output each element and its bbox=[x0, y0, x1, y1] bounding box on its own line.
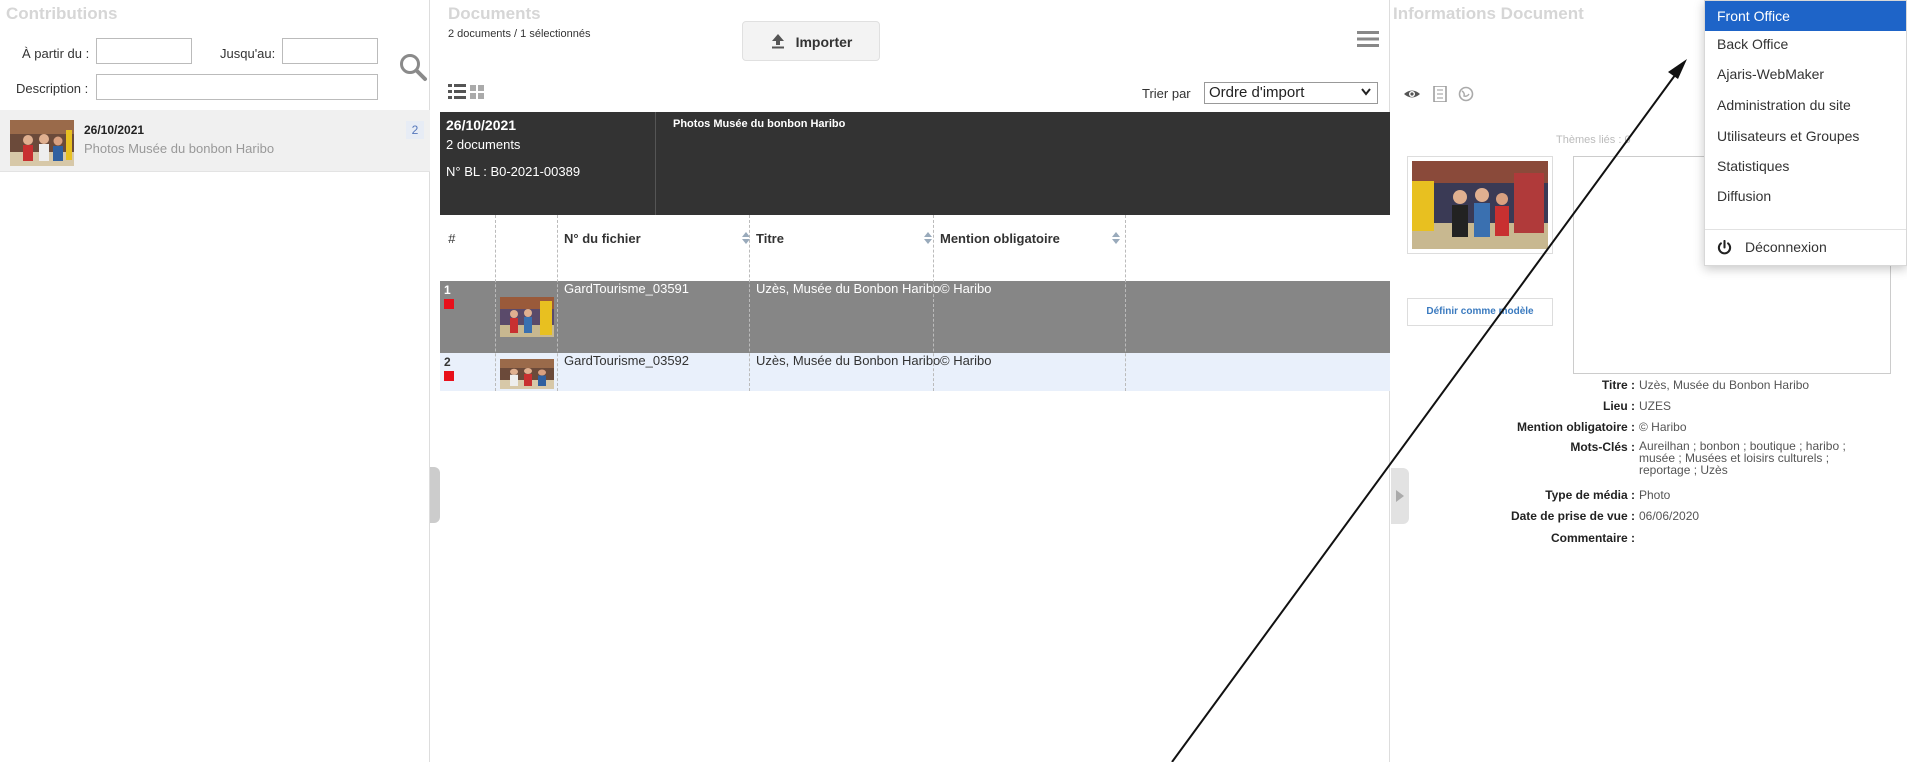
column-divider bbox=[933, 215, 934, 391]
batch-document-count: 2 documents bbox=[446, 137, 521, 152]
field-value: 06/06/2020 bbox=[1639, 509, 1700, 523]
field-label: Titre : bbox=[1601, 378, 1635, 392]
status-flag bbox=[444, 299, 454, 309]
upload-icon bbox=[771, 33, 784, 48]
column-header-number: # bbox=[448, 231, 456, 246]
keywords-line: reportage ; Uzès bbox=[1639, 463, 1728, 477]
field-value: UZES bbox=[1639, 399, 1672, 413]
contribution-item[interactable]: 26/10/2021 Photos Musée du bonbon Haribo… bbox=[0, 110, 430, 172]
menu-item-statistics[interactable]: Statistiques bbox=[1705, 151, 1906, 181]
column-divider bbox=[495, 215, 496, 391]
document-preview[interactable] bbox=[1407, 156, 1553, 254]
menu-item-logout[interactable]: Déconnexion bbox=[1705, 232, 1906, 262]
cell-mention: © Haribo bbox=[940, 353, 992, 368]
left-panel-splitter[interactable] bbox=[430, 467, 440, 523]
cell-title: Uzès, Musée du Bonbon Haribo bbox=[756, 353, 941, 368]
table-header: # N° du fichier Titre Mention obligatoir… bbox=[440, 215, 1390, 281]
menu-item-back-office[interactable]: Back Office bbox=[1705, 29, 1906, 59]
table-row[interactable]: 1 GardTourisme_03591 Uzès, Musée du Bonb… bbox=[440, 281, 1390, 353]
menu-item-users-groups[interactable]: Utilisateurs et Groupes bbox=[1705, 121, 1906, 151]
column-header-file[interactable]: N° du fichier bbox=[564, 231, 641, 246]
import-button[interactable]: Importer bbox=[742, 21, 880, 61]
eye-icon[interactable] bbox=[1403, 86, 1421, 102]
cell-file-name: GardTourisme_03592 bbox=[564, 353, 690, 368]
menu-item-webmaker[interactable]: Ajaris-WebMaker bbox=[1705, 59, 1906, 89]
field-label: Date de prise de vue : bbox=[1510, 509, 1635, 523]
batch-header-divider bbox=[655, 112, 656, 215]
sort-select[interactable]: Ordre d'import bbox=[1204, 82, 1378, 104]
field-value: Aureilhan ; bonbon ; boutique ; haribo ;… bbox=[1639, 440, 1903, 476]
batch-bl-number: N° BL : B0-2021-00389 bbox=[446, 164, 581, 179]
preview-image bbox=[1412, 161, 1548, 249]
sort-arrows-icon[interactable] bbox=[924, 232, 932, 244]
description-input[interactable] bbox=[96, 74, 378, 100]
menu-item-site-admin[interactable]: Administration du site bbox=[1705, 90, 1906, 120]
description-label: Description : bbox=[16, 81, 89, 96]
from-date-label: À partir du : bbox=[22, 46, 90, 61]
list-view-icon[interactable] bbox=[448, 84, 466, 100]
sort-select-value: Ordre d'import bbox=[1209, 84, 1305, 101]
contribution-thumbnail bbox=[10, 120, 74, 166]
sort-label: Trier par bbox=[1142, 86, 1191, 101]
to-date-input[interactable] bbox=[282, 38, 378, 64]
to-date-label: Jusqu'au: bbox=[220, 46, 276, 61]
logout-label: Déconnexion bbox=[1745, 239, 1827, 255]
document-info-title: Informations Document bbox=[1393, 4, 1584, 23]
field-value: Uzès, Musée du Bonbon Haribo bbox=[1639, 378, 1810, 392]
import-button-label: Importer bbox=[795, 33, 853, 50]
field-label: Lieu : bbox=[1603, 399, 1635, 413]
batch-date: 26/10/2021 bbox=[446, 117, 517, 133]
column-header-mention[interactable]: Mention obligatoire bbox=[940, 231, 1060, 246]
contribution-description: Photos Musée du bonbon Haribo bbox=[84, 141, 275, 156]
field-label: Mots-Clés : bbox=[1570, 440, 1635, 454]
batch-header[interactable]: 26/10/2021 2 documents N° BL : B0-2021-0… bbox=[440, 112, 1390, 215]
contribution-count-badge: 2 bbox=[406, 121, 424, 139]
from-date-input[interactable] bbox=[96, 38, 192, 64]
sort-arrows-icon[interactable] bbox=[1112, 232, 1120, 244]
menu-divider bbox=[1705, 229, 1906, 230]
chevron-down-icon bbox=[1361, 88, 1371, 96]
menu-item-diffusion[interactable]: Diffusion bbox=[1705, 181, 1906, 211]
user-dropdown-menu: Front Office Back Office Ajaris-WebMaker… bbox=[1704, 0, 1907, 266]
define-as-model-button[interactable]: Définir comme modèle bbox=[1407, 298, 1553, 326]
field-label: Commentaire : bbox=[1550, 531, 1635, 545]
documents-selection-count: 2 documents / 1 sélectionnés bbox=[448, 28, 591, 40]
power-icon bbox=[1717, 240, 1732, 255]
row-thumbnail[interactable] bbox=[500, 359, 554, 389]
row-number: 1 bbox=[444, 283, 451, 297]
search-icon[interactable] bbox=[398, 52, 428, 82]
related-themes-count: Thèmes liés : 0 bbox=[1556, 134, 1631, 146]
row-thumbnail[interactable] bbox=[500, 297, 554, 337]
field-label: Mention obligatoire : bbox=[1517, 420, 1635, 434]
document-icon[interactable] bbox=[1431, 86, 1449, 102]
documents-title: Documents bbox=[448, 4, 541, 23]
field-value: © Haribo bbox=[1639, 420, 1687, 434]
table-row[interactable]: 2 GardTourisme_03592 Uzès, Musée du Bonb… bbox=[440, 353, 1390, 391]
status-flag bbox=[444, 371, 454, 381]
contributions-panel: Contributions À partir du : Jusqu'au: De… bbox=[0, 0, 430, 762]
grid-view-icon[interactable] bbox=[470, 85, 484, 99]
contribution-date: 26/10/2021 bbox=[84, 123, 145, 137]
cell-mention: © Haribo bbox=[940, 281, 992, 296]
hamburger-menu-icon[interactable] bbox=[1357, 30, 1379, 48]
column-header-title[interactable]: Titre bbox=[756, 231, 784, 246]
globe-icon[interactable] bbox=[1457, 86, 1475, 102]
field-value: Photo bbox=[1639, 488, 1671, 502]
column-divider bbox=[749, 215, 750, 391]
batch-description: Photos Musée du bonbon Haribo bbox=[673, 118, 846, 130]
row-number: 2 bbox=[444, 355, 451, 369]
contributions-title: Contributions bbox=[6, 4, 118, 23]
column-divider bbox=[1125, 215, 1126, 391]
menu-item-front-office[interactable]: Front Office bbox=[1705, 1, 1906, 31]
field-label: Type de média : bbox=[1545, 488, 1635, 502]
cell-file-name: GardTourisme_03591 bbox=[564, 281, 690, 296]
column-divider bbox=[557, 215, 558, 391]
cell-title: Uzès, Musée du Bonbon Haribo bbox=[756, 281, 941, 296]
documents-panel: Documents 2 documents / 1 sélectionnés I… bbox=[440, 0, 1390, 762]
